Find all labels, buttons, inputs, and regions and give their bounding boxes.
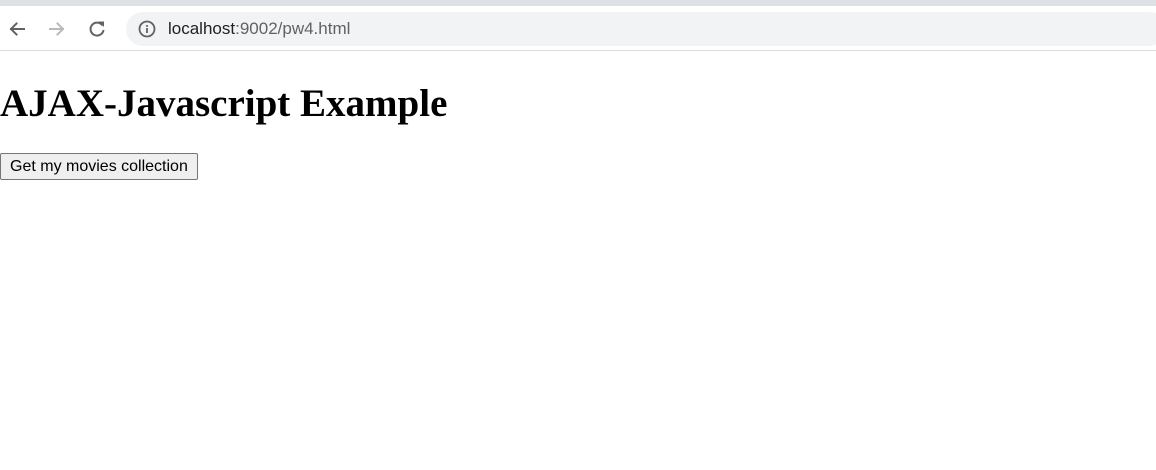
reload-icon bbox=[87, 19, 107, 39]
forward-arrow-icon bbox=[47, 19, 67, 39]
back-arrow-icon bbox=[7, 19, 27, 39]
reload-button[interactable] bbox=[82, 14, 112, 44]
browser-chrome: localhost:9002/pw4.html bbox=[0, 0, 1156, 52]
address-bar[interactable]: localhost:9002/pw4.html bbox=[126, 12, 1156, 46]
forward-button[interactable] bbox=[42, 14, 72, 44]
back-button[interactable] bbox=[2, 14, 32, 44]
url-text[interactable]: localhost:9002/pw4.html bbox=[168, 19, 350, 39]
url-path: :9002/pw4.html bbox=[235, 19, 351, 38]
get-movies-button[interactable]: Get my movies collection bbox=[0, 153, 198, 180]
url-host: localhost bbox=[168, 19, 236, 38]
info-icon[interactable] bbox=[138, 20, 156, 38]
browser-toolbar: localhost:9002/pw4.html bbox=[0, 6, 1156, 51]
page-content: AJAX-Javascript Example Get my movies co… bbox=[0, 52, 1156, 470]
page-title: AJAX-Javascript Example bbox=[0, 82, 448, 125]
